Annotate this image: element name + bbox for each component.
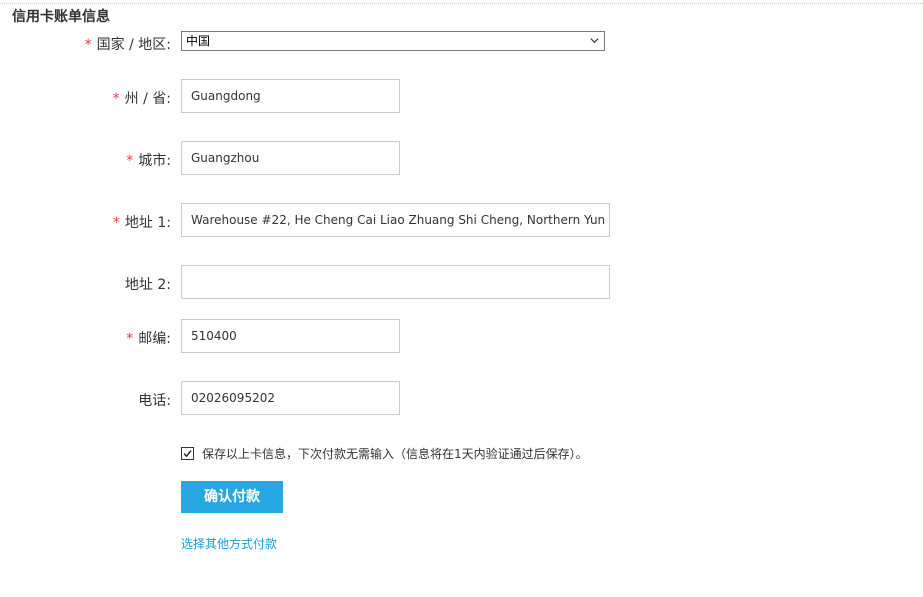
checkmark-icon — [183, 449, 192, 457]
postcode-label-text: 邮编: — [138, 331, 171, 347]
city-label: * 城市: — [126, 150, 171, 170]
required-mark: * — [126, 153, 134, 169]
phone-input[interactable]: 02026095202 — [181, 381, 400, 415]
other-payment-methods-link[interactable]: 选择其他方式付款 — [181, 535, 277, 552]
required-mark: * — [84, 37, 92, 53]
confirm-payment-button[interactable]: 确认付款 — [181, 481, 283, 513]
required-mark: * — [112, 91, 120, 107]
address1-label: * 地址 1: — [113, 212, 171, 232]
country-label-text: 国家 / 地区: — [96, 37, 171, 53]
top-divider — [0, 3, 923, 4]
state-label-text: 州 / 省: — [124, 91, 171, 107]
city-input[interactable]: Guangzhou — [181, 141, 400, 175]
save-card-label: 保存以上卡信息，下次付款无需输入（信息将在1天内验证通过后保存）。 — [202, 446, 588, 461]
city-label-text: 城市: — [138, 153, 171, 169]
country-select-value: 中国 — [186, 34, 211, 48]
address2-label: 地址 2: — [124, 277, 171, 293]
section-title: 信用卡账单信息 — [12, 9, 110, 25]
save-card-checkbox[interactable] — [181, 446, 194, 460]
save-card-option: 保存以上卡信息，下次付款无需输入（信息将在1天内验证通过后保存）。 — [181, 445, 588, 461]
postcode-label: * 邮编: — [126, 328, 171, 348]
state-label: * 州 / 省: — [113, 88, 171, 108]
country-label: * 国家 / 地区: — [85, 34, 171, 54]
state-input[interactable]: Guangdong — [181, 79, 400, 113]
required-mark: * — [126, 331, 134, 347]
address2-input[interactable] — [181, 265, 610, 299]
phone-label: 电话: — [138, 393, 171, 409]
required-mark: * — [112, 215, 120, 231]
address1-input[interactable]: Warehouse #22, He Cheng Cai Liao Zhuang … — [181, 203, 610, 237]
country-select[interactable]: 中国 — [181, 31, 605, 51]
postcode-input[interactable]: 510400 — [181, 319, 400, 353]
address1-label-text: 地址 1: — [124, 215, 171, 231]
chevron-down-icon — [590, 38, 599, 44]
